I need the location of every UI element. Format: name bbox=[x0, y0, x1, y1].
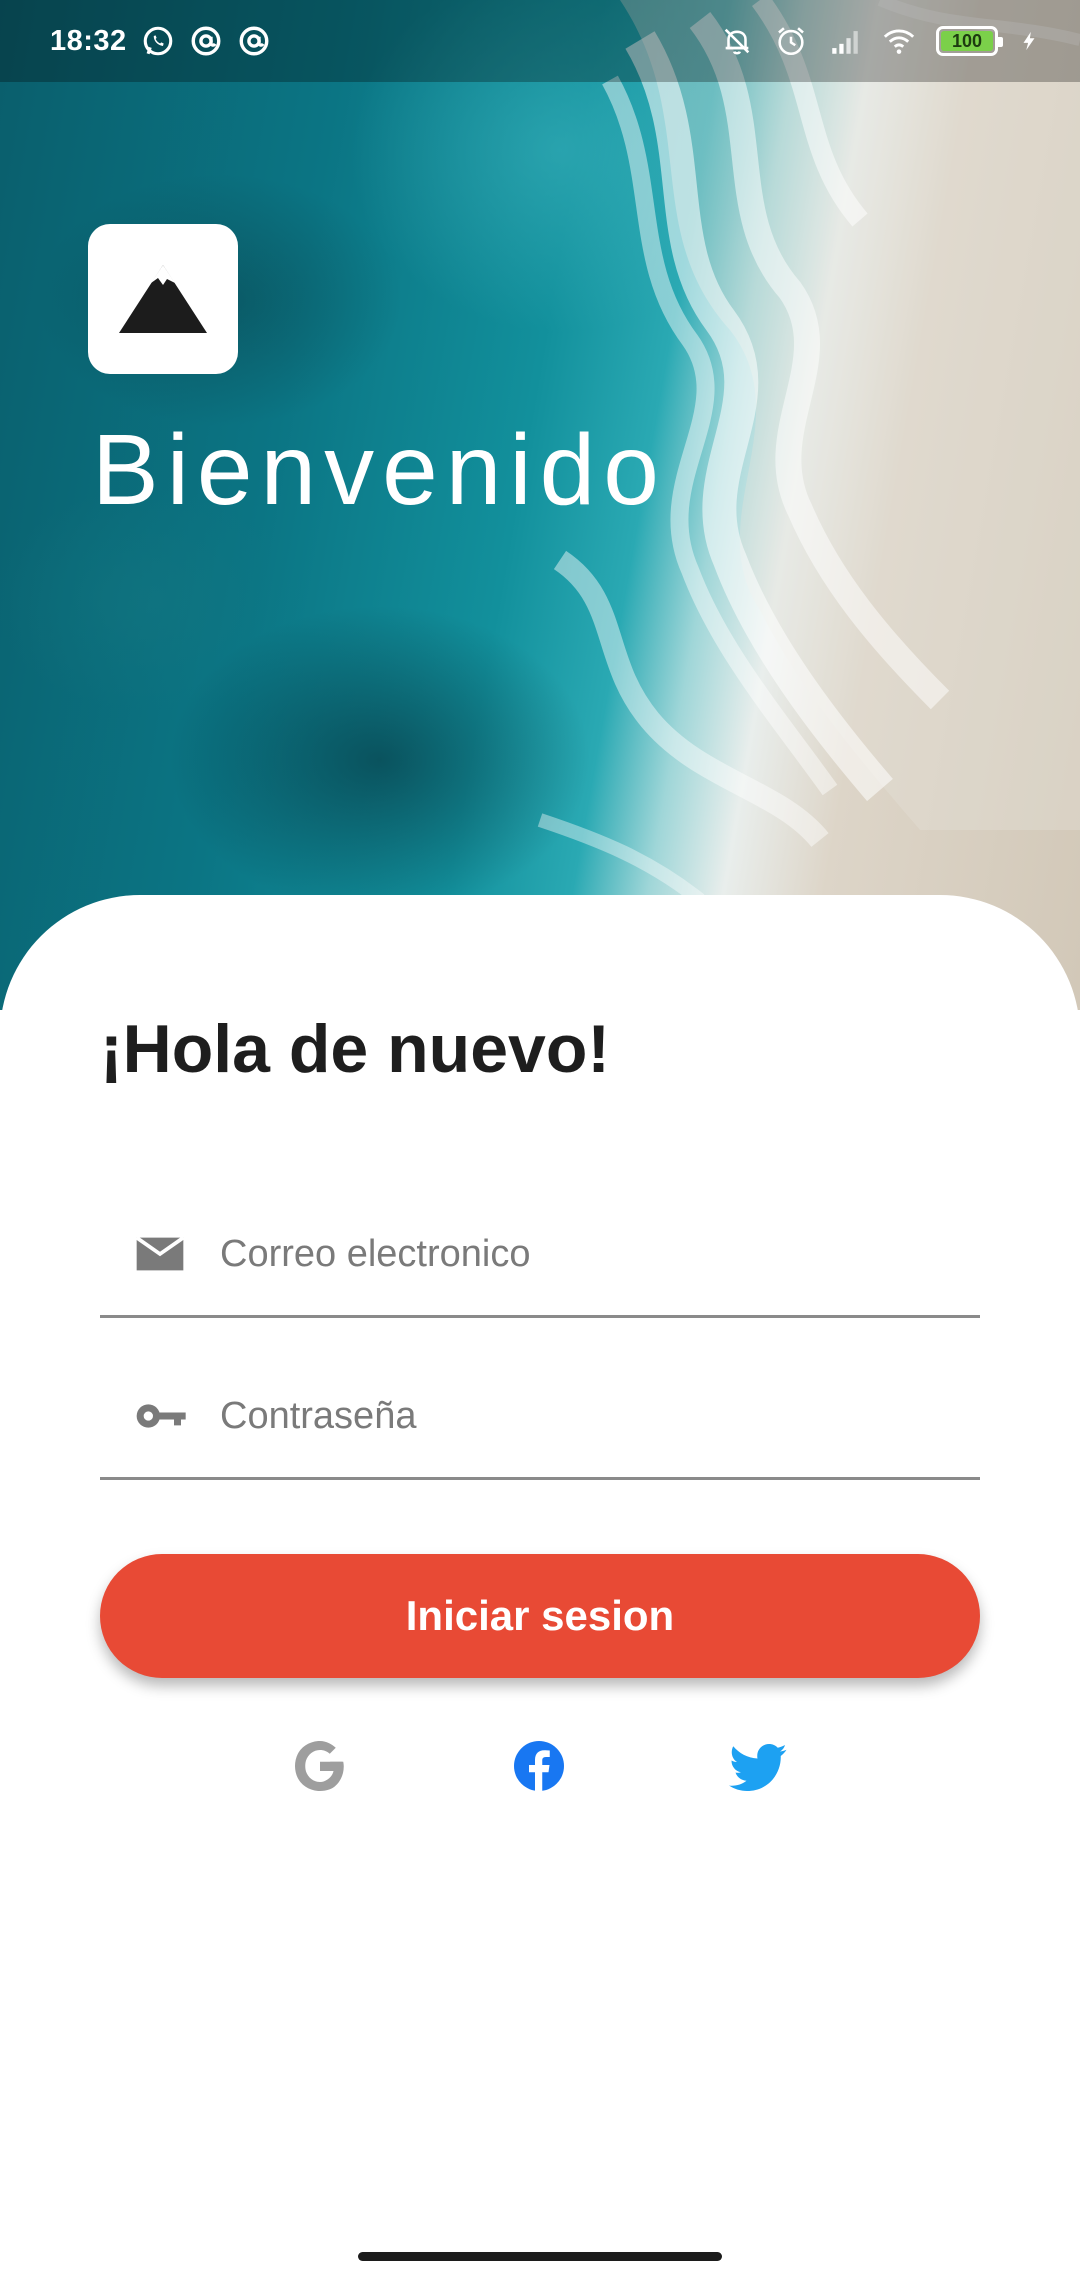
status-bar: 18:32 100 bbox=[0, 0, 1080, 82]
notifications-off-icon bbox=[724, 28, 750, 55]
battery-icon: 100 bbox=[936, 26, 1003, 56]
login-button[interactable]: Iniciar sesion bbox=[100, 1554, 980, 1678]
whatsapp-icon bbox=[143, 26, 172, 56]
mountain-icon bbox=[119, 265, 207, 333]
charging-icon bbox=[1023, 31, 1035, 51]
signal-icon bbox=[832, 31, 858, 54]
at-sign-icon bbox=[239, 26, 269, 56]
status-bar-right: 100 bbox=[720, 24, 1040, 58]
key-icon bbox=[136, 1404, 186, 1428]
email-field bbox=[100, 1188, 980, 1318]
status-time: 18:32 bbox=[50, 24, 127, 57]
email-input[interactable] bbox=[220, 1216, 960, 1292]
mail-icon bbox=[135, 1236, 185, 1271]
wifi-icon bbox=[883, 29, 915, 54]
at-sign-icon bbox=[191, 26, 221, 56]
status-bar-left: 18:32 bbox=[50, 24, 271, 58]
twitter-icon[interactable] bbox=[729, 1736, 789, 1796]
password-field bbox=[100, 1350, 980, 1480]
google-icon[interactable] bbox=[290, 1736, 350, 1796]
password-input[interactable] bbox=[220, 1378, 960, 1454]
app-logo bbox=[88, 224, 238, 374]
home-indicator[interactable] bbox=[358, 2252, 722, 2261]
facebook-icon[interactable] bbox=[509, 1736, 569, 1796]
welcome-title: Bienvenido bbox=[92, 414, 667, 526]
alarm-icon bbox=[778, 27, 804, 56]
greeting-heading: ¡Hola de nuevo! bbox=[100, 1011, 611, 1087]
battery-percent: 100 bbox=[951, 30, 983, 51]
